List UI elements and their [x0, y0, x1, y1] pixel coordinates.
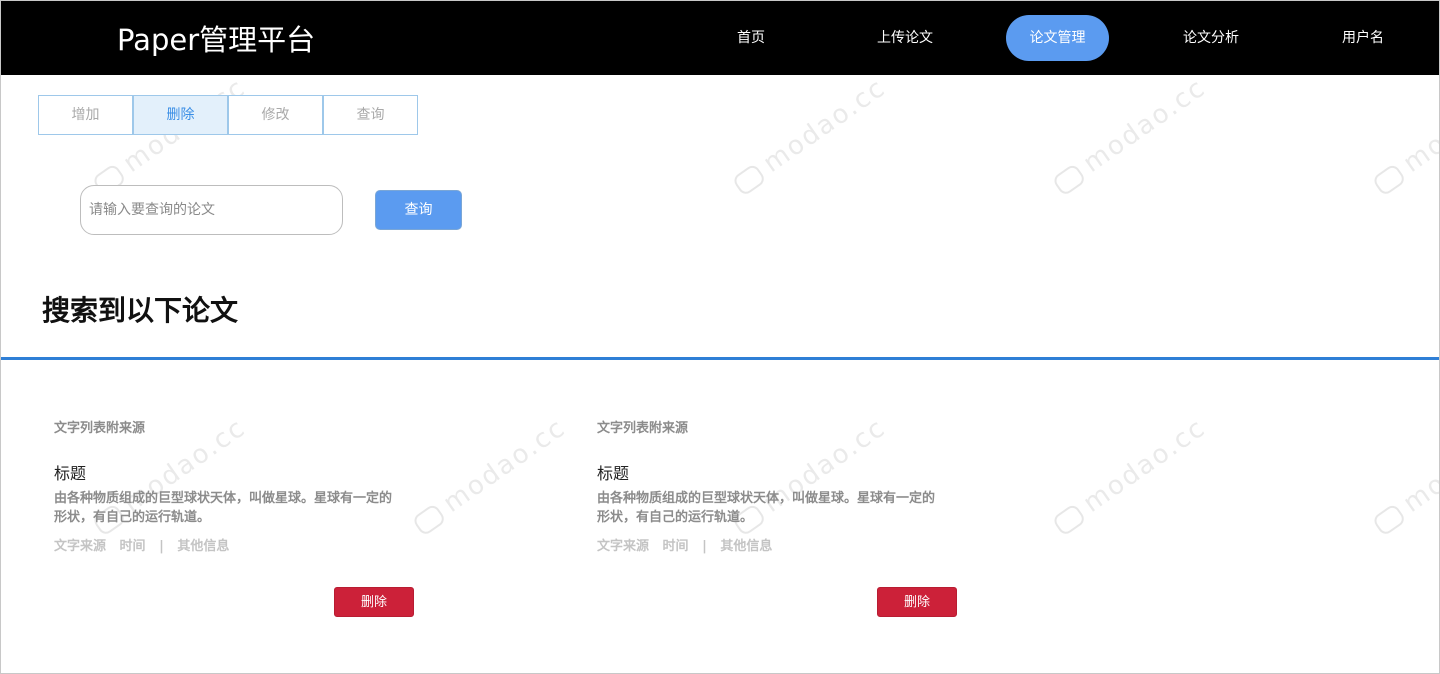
card-meta-time: 时间	[662, 539, 689, 554]
card-meta-other: 其他信息	[720, 539, 773, 554]
tab-query[interactable]: 查询	[323, 95, 418, 135]
watermark: modao.cc	[408, 413, 571, 540]
watermark: modao.cc	[1048, 413, 1211, 540]
nav-paper-analysis[interactable]: 论文分析	[1161, 15, 1261, 61]
card-meta-separator: |	[702, 539, 707, 554]
section-divider	[1, 357, 1439, 360]
top-nav-bar: Paper管理平台 首页 上传论文 论文管理 论文分析 用户名	[1, 1, 1439, 75]
nav-paper-management[interactable]: 论文管理	[1006, 15, 1109, 61]
card-meta-time: 时间	[119, 539, 146, 554]
watermark: modao.cc	[1368, 413, 1439, 540]
card-meta-separator: |	[159, 539, 164, 554]
results-heading: 搜索到以下论文	[42, 294, 239, 327]
nav-upload-paper[interactable]: 上传论文	[855, 15, 955, 61]
watermark-logo-icon	[1371, 502, 1407, 537]
brand-title: Paper管理平台	[117, 23, 316, 57]
card-description: 由各种物质组成的巨型球状天体，叫做星球。星球有一定的形状，有自己的运行轨道。	[597, 491, 936, 525]
card-meta-other: 其他信息	[177, 539, 230, 554]
app-frame: modao.cc modao.cc modao.cc modao.cc moda…	[0, 0, 1440, 674]
nav-username[interactable]: 用户名	[1313, 15, 1413, 61]
tab-edit[interactable]: 修改	[228, 95, 323, 135]
card-meta-source: 文字来源	[597, 539, 650, 554]
watermark-logo-icon	[1051, 162, 1087, 197]
card-source-tag: 文字列表附来源	[597, 421, 689, 436]
card-meta: 文字来源 时间 | 其他信息	[597, 535, 781, 554]
watermark: modao.cc	[728, 73, 891, 200]
watermark-logo-icon	[1371, 162, 1407, 197]
nav-home[interactable]: 首页	[701, 15, 801, 61]
card-meta: 文字来源 时间 | 其他信息	[54, 535, 238, 554]
action-tabs: 增加 删除 修改 查询	[38, 95, 418, 135]
search-input[interactable]	[80, 185, 343, 235]
tab-add[interactable]: 增加	[38, 95, 133, 135]
watermark: modao.cc	[1048, 73, 1211, 200]
watermark: modao.cc	[88, 73, 251, 200]
card-source-tag: 文字列表附来源	[54, 421, 146, 436]
delete-button[interactable]: 删除	[877, 587, 957, 617]
search-button[interactable]: 查询	[375, 190, 462, 230]
delete-button[interactable]: 删除	[334, 587, 414, 617]
card-meta-source: 文字来源	[54, 539, 107, 554]
tab-delete[interactable]: 删除	[133, 95, 228, 135]
watermark-logo-icon	[411, 502, 447, 537]
card-title: 标题	[54, 464, 87, 483]
paper-card: 文字列表附来源 标题 由各种物质组成的巨型球状天体，叫做星球。星球有一定的形状，…	[54, 411, 414, 621]
card-description: 由各种物质组成的巨型球状天体，叫做星球。星球有一定的形状，有自己的运行轨道。	[54, 491, 393, 525]
watermark: modao.cc	[1368, 73, 1439, 200]
watermark-logo-icon	[1051, 502, 1087, 537]
watermark-logo-icon	[731, 162, 767, 197]
card-title: 标题	[597, 464, 630, 483]
paper-card: 文字列表附来源 标题 由各种物质组成的巨型球状天体，叫做星球。星球有一定的形状，…	[597, 411, 957, 621]
